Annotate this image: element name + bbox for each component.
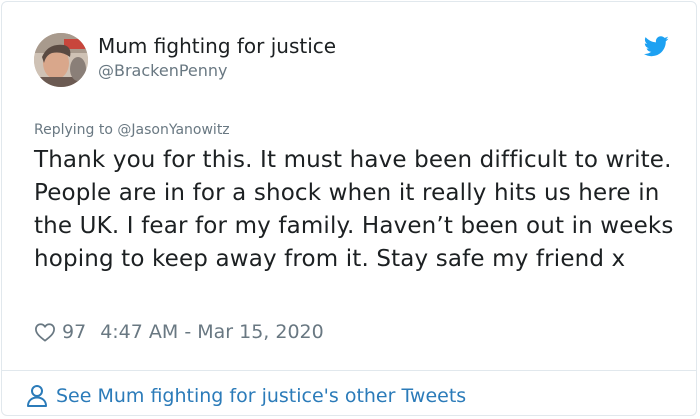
tweet-card: Mum fighting for justice @BrackenPenny R… <box>1 1 697 416</box>
person-icon <box>27 385 47 407</box>
see-other-tweets-link[interactable]: See Mum fighting for justice's other Twe… <box>26 383 466 409</box>
reply-context: Replying to @JasonYanowitz <box>34 122 230 138</box>
heart-icon[interactable] <box>34 322 56 342</box>
see-other-tweets-label[interactable]: See Mum fighting for justice's other Twe… <box>56 385 466 407</box>
timestamp-link[interactable]: 4:47 AM - Mar 15, 2020 <box>100 321 324 343</box>
author-name[interactable]: Mum fighting for justice <box>98 34 336 58</box>
avatar[interactable] <box>34 33 88 87</box>
tweet-meta: 97 4:47 AM - Mar 15, 2020 <box>34 320 324 344</box>
twitter-bird-icon[interactable] <box>644 36 669 57</box>
tweet-text: Thank you for this. It must have been di… <box>34 147 674 272</box>
reply-prefix: Replying to <box>34 122 118 138</box>
reply-mention-link[interactable]: @JasonYanowitz <box>117 122 229 138</box>
divider <box>2 370 696 371</box>
avatar-photo <box>34 33 88 87</box>
author-handle[interactable]: @BrackenPenny <box>98 61 228 80</box>
like-count[interactable]: 97 <box>62 321 86 343</box>
